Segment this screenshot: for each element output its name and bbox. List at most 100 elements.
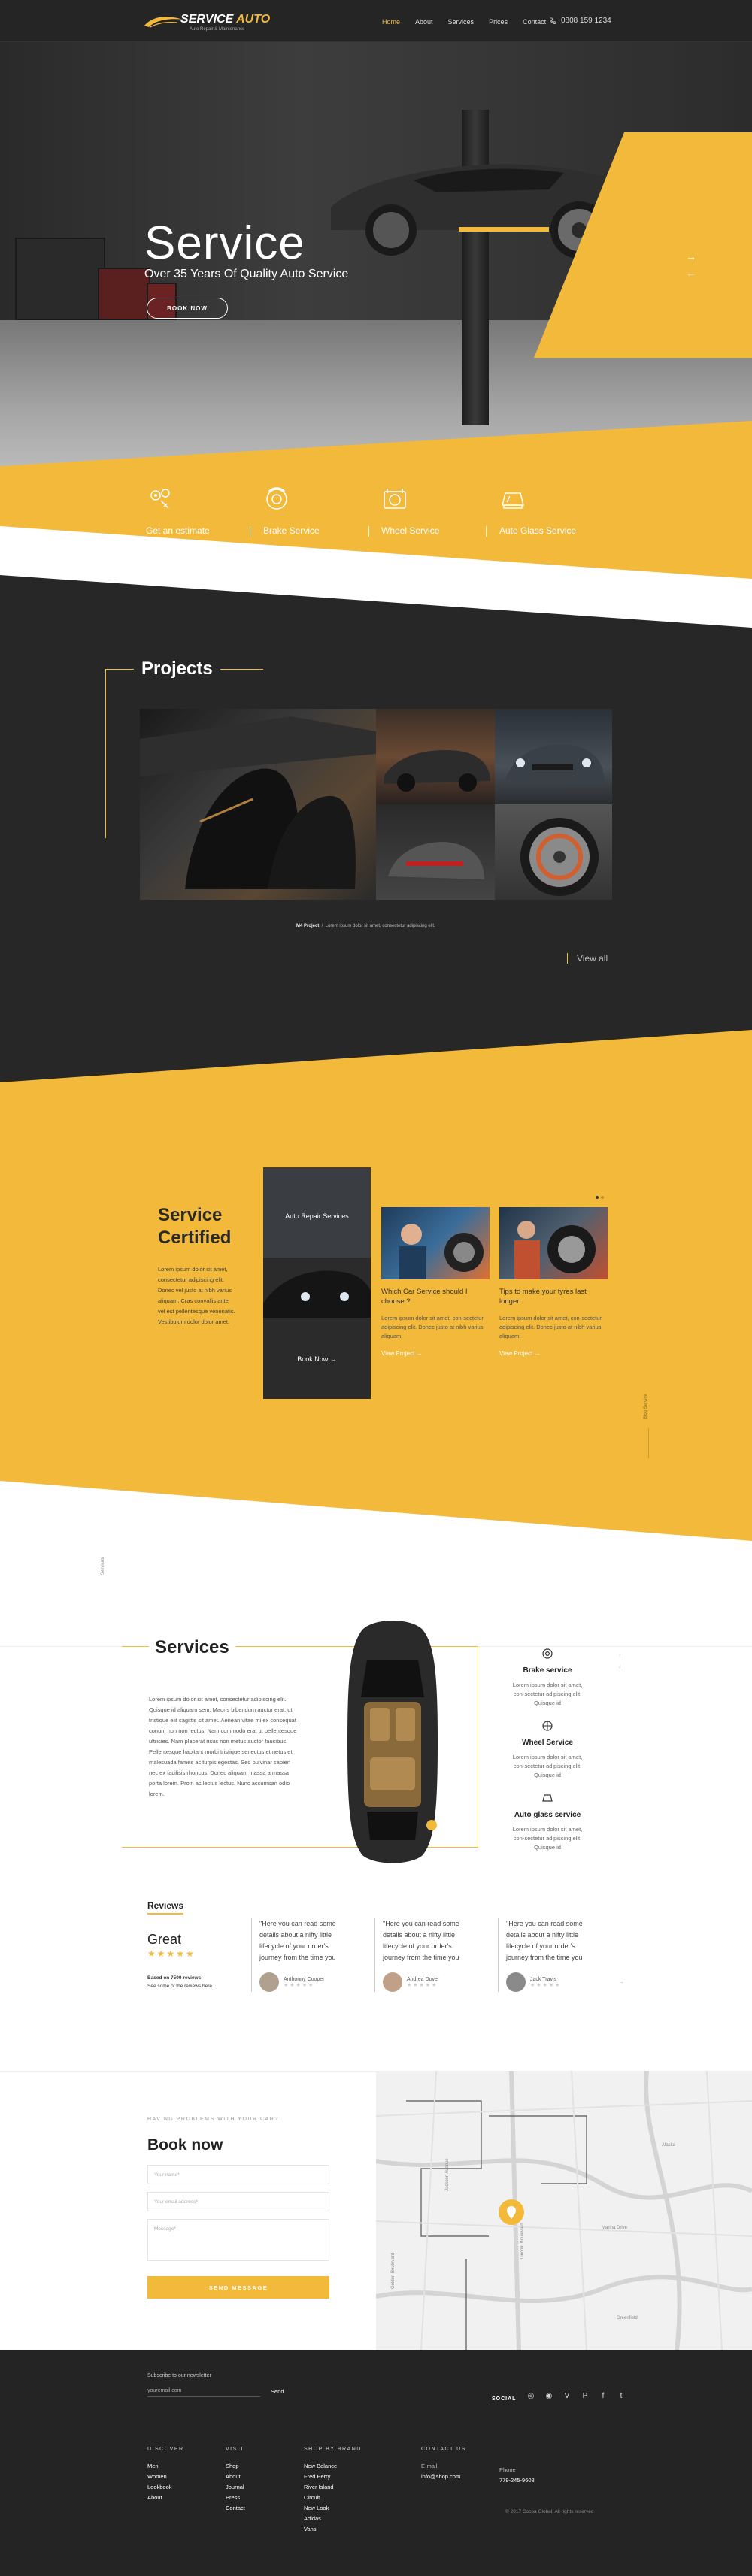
- view-project-link[interactable]: View Project →: [381, 1350, 490, 1357]
- services-text: Lorem ipsum dolor sit amet, consectetur …: [149, 1696, 297, 1797]
- dark-car-image: [263, 1167, 371, 1399]
- footer-link[interactable]: Adidas: [304, 2514, 362, 2524]
- footer-link[interactable]: Contact: [226, 2503, 245, 2514]
- service-item-brake[interactable]: Brake service Lorem ipsum dolor sit amet…: [508, 1648, 587, 1708]
- service-item-glass[interactable]: Auto glass service Lorem ipsum dolor sit…: [508, 1792, 587, 1852]
- carousel-dot[interactable]: [601, 1196, 604, 1199]
- gallery-image-interior[interactable]: [140, 709, 376, 900]
- social-label: SOCIAL: [492, 2396, 517, 2402]
- pinterest-icon[interactable]: P: [581, 2392, 590, 2400]
- book-now-link[interactable]: Book Now →: [263, 1355, 371, 1363]
- reviewer-name: Andrea Dover: [407, 1976, 440, 1982]
- avatar: [506, 1972, 526, 1992]
- service-item-text: Lorem ipsum dolor sit amet, con-sectetur…: [512, 1754, 583, 1778]
- slider-next-arrow-icon[interactable]: →: [686, 248, 696, 265]
- footer-link[interactable]: Press: [226, 2493, 245, 2503]
- auto-repair-card[interactable]: Auto Repair Services Book Now →: [263, 1167, 371, 1399]
- blog-card[interactable]: Tips to make your tyres last longer Lore…: [499, 1207, 608, 1357]
- footer-link[interactable]: Fred Perry: [304, 2472, 362, 2482]
- windshield-icon: [502, 492, 524, 509]
- footer-link[interactable]: Journal: [226, 2482, 245, 2493]
- feature-glass[interactable]: Auto Glass Service: [499, 486, 605, 536]
- gallery-image-car-front[interactable]: [376, 709, 495, 804]
- main-nav: Home About Services Prices Contact: [382, 18, 561, 26]
- review-card: "Here you can read some details about a …: [498, 1918, 596, 1992]
- send-message-button[interactable]: SEND MESSAGE: [147, 2276, 329, 2299]
- twitter-icon[interactable]: t: [617, 2392, 626, 2400]
- nav-services[interactable]: Services: [448, 18, 475, 26]
- footer-link[interactable]: Women: [147, 2472, 184, 2482]
- footer-link[interactable]: Vans: [304, 2524, 362, 2535]
- service-item-text: Lorem ipsum dolor sit amet, con-sectetur…: [512, 1682, 583, 1706]
- reviewer-name: Anthonny Cooper: [284, 1976, 325, 1982]
- logo[interactable]: SERVICE AUTO Auto Repair & Maintenance: [143, 11, 271, 33]
- map-street-label: Alaska: [662, 2143, 676, 2148]
- nav-home[interactable]: Home: [382, 18, 400, 26]
- gallery-image-bmw-front[interactable]: [495, 709, 612, 804]
- arrow-right-icon: →: [416, 1350, 423, 1357]
- nav-about[interactable]: About: [415, 18, 433, 26]
- arrow-down-icon[interactable]: ↓: [618, 1661, 621, 1672]
- gallery-image-wheel[interactable]: [495, 804, 612, 900]
- gallery-image-car-rear[interactable]: [376, 804, 495, 900]
- header-phone-number: 0808 159 1234: [561, 17, 611, 25]
- service-item-wheel[interactable]: Wheel Service Lorem ipsum dolor sit amet…: [508, 1720, 587, 1780]
- header-phone[interactable]: 0808 159 1234: [549, 17, 611, 25]
- wrench-gear-icon: [150, 489, 170, 509]
- instagram-icon[interactable]: ◎: [526, 2392, 535, 2400]
- footer-link[interactable]: Shop: [226, 2461, 245, 2472]
- nav-prices[interactable]: Prices: [489, 18, 508, 26]
- feature-label: Wheel Service: [381, 525, 440, 536]
- feature-wheel[interactable]: Wheel Service: [381, 486, 487, 536]
- footer-link[interactable]: River Island: [304, 2482, 362, 2493]
- feature-estimate[interactable]: Get an estimate: [146, 486, 251, 536]
- facebook-icon[interactable]: f: [599, 2392, 608, 2400]
- review-card: "Here you can read some details about a …: [374, 1918, 472, 1992]
- carousel-dot[interactable]: [596, 1196, 599, 1199]
- contact-email[interactable]: info@shop.com: [421, 2472, 466, 2482]
- email-field[interactable]: Your email address*: [147, 2192, 329, 2211]
- wheel-icon: [542, 1721, 553, 1731]
- footer-phone: Phone 779-245-9608: [499, 2465, 535, 2486]
- view-all-link[interactable]: View all: [567, 953, 608, 964]
- newsletter-send-button[interactable]: Send: [271, 2388, 284, 2395]
- feature-brake[interactable]: Brake Service: [263, 486, 368, 536]
- footer-column-discover: DISCOVER Men Women Lookbook About: [147, 2447, 184, 2503]
- footer-link[interactable]: About: [226, 2472, 245, 2482]
- view-project-link[interactable]: View Project →: [499, 1350, 608, 1357]
- footer-link[interactable]: New Balance: [304, 2461, 362, 2472]
- map-pin-icon[interactable]: [499, 2199, 524, 2225]
- newsletter-email-input[interactable]: youremail.com: [147, 2388, 260, 2397]
- nav-contact[interactable]: Contact: [523, 18, 546, 26]
- certified-background: [0, 1030, 752, 1541]
- vertical-services-label: Services: [101, 1557, 105, 1575]
- slider-prev-arrow-icon[interactable]: ←: [686, 265, 696, 281]
- auto-repair-title: Auto Repair Services: [285, 1212, 349, 1220]
- hero-book-now-button[interactable]: BOOK NOW: [147, 298, 228, 319]
- arrow-up-icon[interactable]: ↑: [618, 1651, 621, 1661]
- blog-card[interactable]: Which Car Service should I choose ? Lore…: [381, 1207, 490, 1357]
- contact-phone[interactable]: 779-245-9608: [499, 2475, 535, 2486]
- arrow-right-icon: →: [534, 1350, 541, 1357]
- feature-label: Brake Service: [263, 525, 320, 536]
- certified-title: Service Certified: [158, 1205, 232, 1248]
- project-caption: M4 Project / Lorem ipsum dolor sit amet,…: [296, 924, 435, 928]
- services-arrows: ↑ ↓: [618, 1651, 621, 1672]
- phone-label: Phone: [499, 2466, 516, 2473]
- footer-link[interactable]: Lookbook: [147, 2482, 184, 2493]
- vimeo-icon[interactable]: V: [562, 2392, 572, 2400]
- blog-card-title: Tips to make your tyres last longer: [499, 1288, 587, 1306]
- dribbble-icon[interactable]: ◉: [544, 2392, 553, 2400]
- feature-label: Get an estimate: [146, 525, 210, 536]
- review-quote: "Here you can read some details about a …: [506, 1920, 583, 1961]
- footer-link[interactable]: Circuit: [304, 2493, 362, 2503]
- footer-link[interactable]: New Look: [304, 2503, 362, 2514]
- location-map[interactable]: Golden Boulevard Jackson Avenue Lincoln …: [376, 2071, 752, 2350]
- footer-link[interactable]: About: [147, 2493, 184, 2503]
- windshield-icon: [542, 1794, 553, 1802]
- name-field[interactable]: Your name*: [147, 2165, 329, 2184]
- phone-icon: [550, 17, 556, 24]
- message-field[interactable]: Message*: [147, 2219, 329, 2261]
- footer-link[interactable]: Men: [147, 2461, 184, 2472]
- reviews-next-arrow-icon[interactable]: →: [618, 1978, 624, 1985]
